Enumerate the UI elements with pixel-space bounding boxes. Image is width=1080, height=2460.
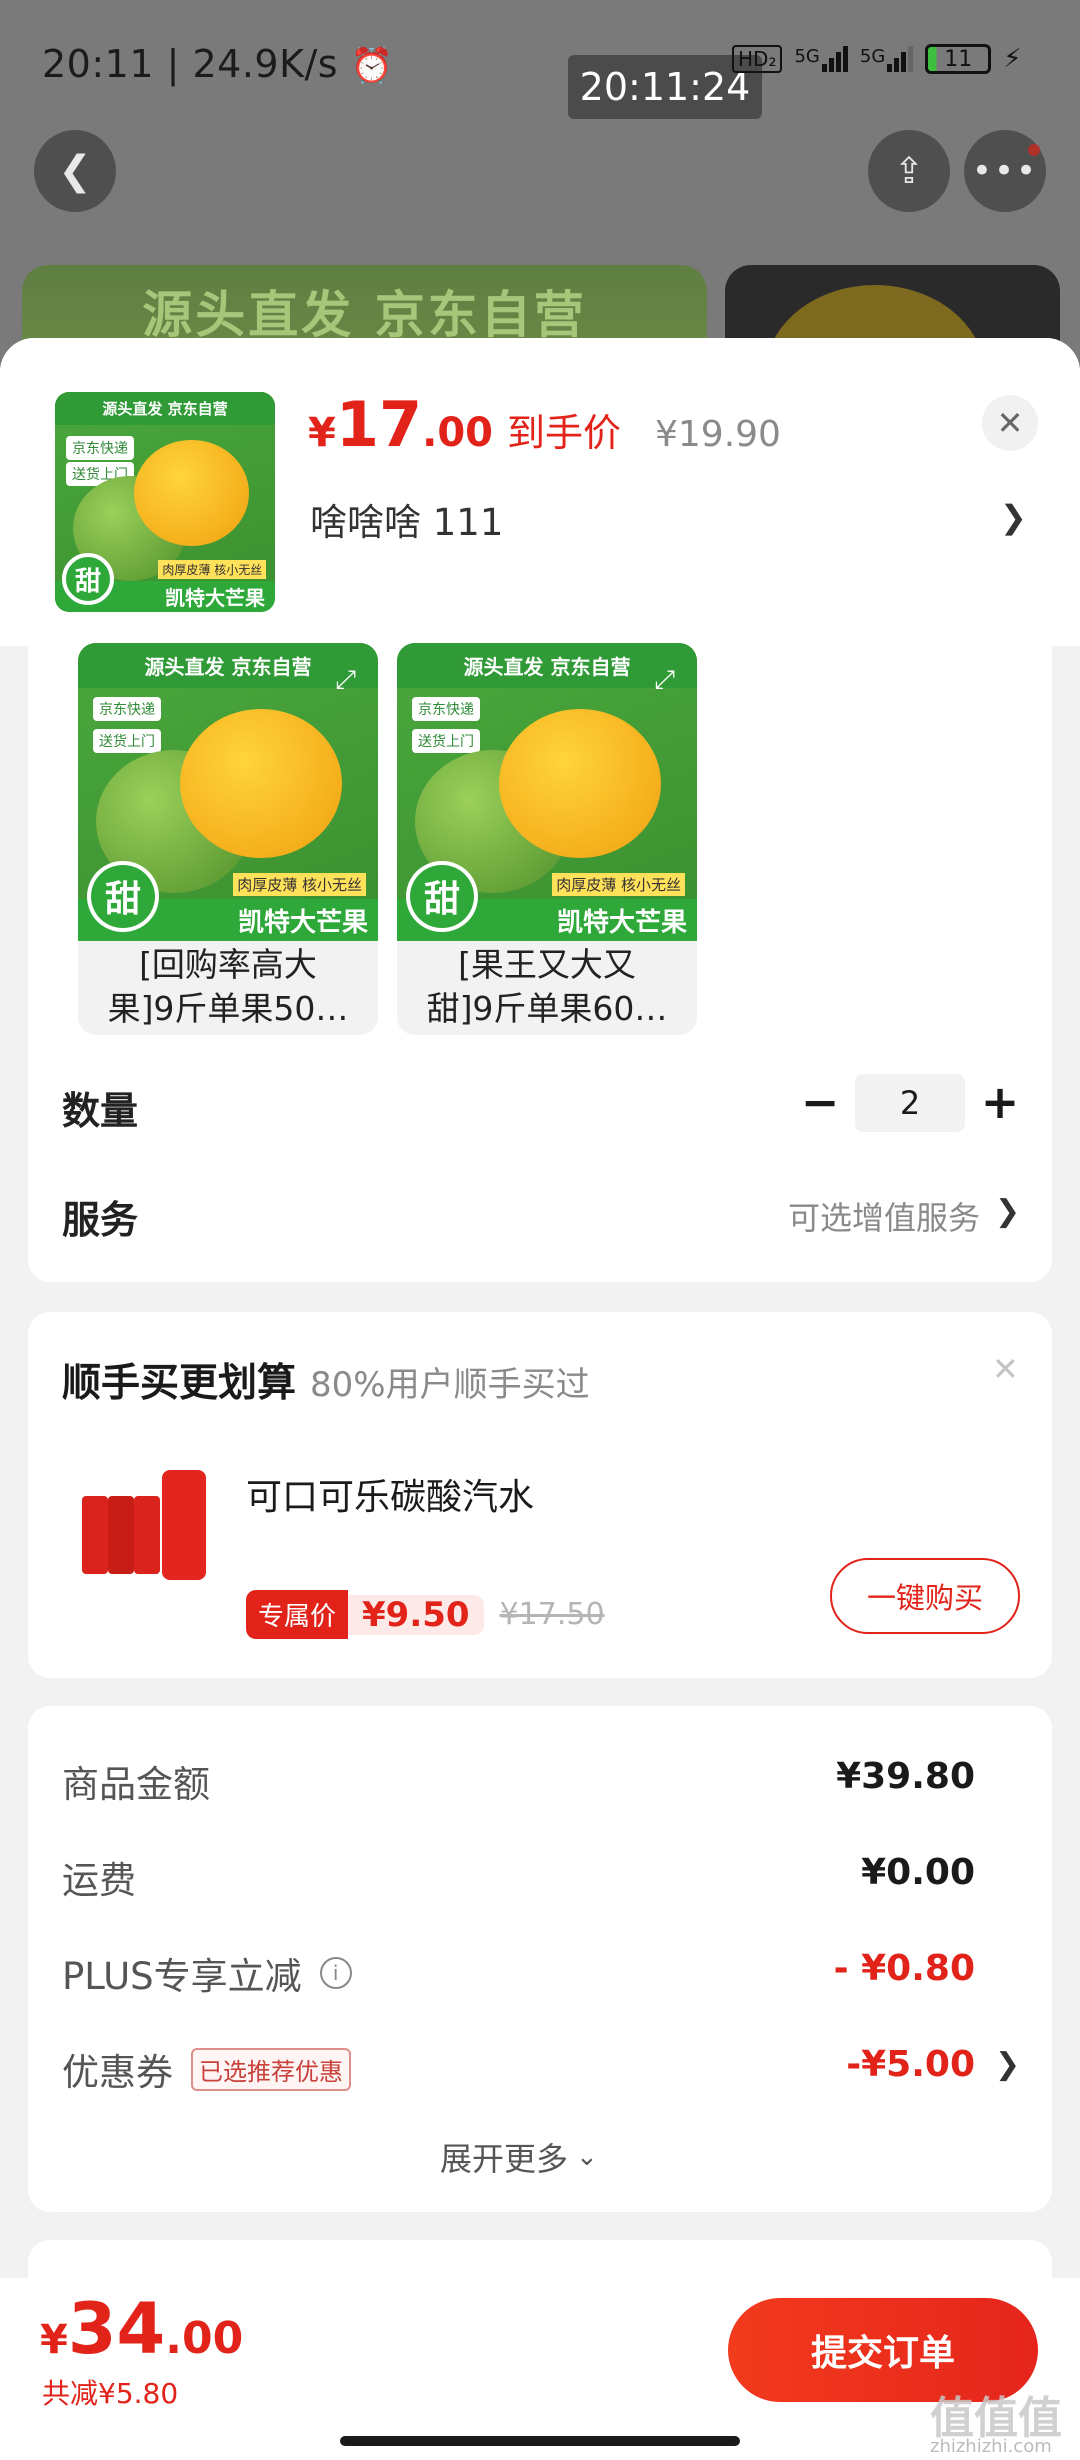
charging-icon: ⚡ xyxy=(1003,44,1022,74)
home-indicator[interactable] xyxy=(340,2436,740,2446)
shipping-value: ¥0.00 xyxy=(861,1852,975,1893)
close-icon: ✕ xyxy=(996,404,1024,442)
expand-icon[interactable]: ⤢ xyxy=(654,665,675,696)
coupon-value: -¥5.00 xyxy=(846,2044,975,2085)
close-button[interactable]: ✕ xyxy=(982,395,1038,451)
status-text: 20:11 | 24.9K/s xyxy=(42,42,339,86)
back-button[interactable]: ❮ xyxy=(34,130,116,212)
expand-more-button[interactable]: 展开更多 ⌄ xyxy=(440,2134,598,2180)
chevron-right-icon[interactable]: ❯ xyxy=(995,2047,1020,2082)
total-dec: .00 xyxy=(165,2313,244,2364)
signal-icon-1: 5G xyxy=(794,46,848,72)
option-card-2[interactable]: 源头直发 京东自营 京东快递 送货上门 ⤢ 肉厚皮薄 核小无丝 凯特大芒果 甜 … xyxy=(397,643,697,1035)
addon-subtitle: 80%用户顺手买过 xyxy=(310,1365,590,1405)
price-row: ¥ 17 .00 到手价 ¥19.90 xyxy=(308,388,781,461)
chevron-right-icon[interactable]: ❯ xyxy=(1000,498,1027,536)
status-time-speed: 20:11 | 24.9K/s ⏰ xyxy=(42,42,394,86)
option-1-title-line1: [回购率高大 xyxy=(139,945,317,984)
plus-discount-label: PLUS专享立减 xyxy=(62,1955,302,1998)
share-icon: ⇪ xyxy=(893,150,925,192)
addon-original-price: ¥17.50 xyxy=(499,1597,605,1632)
info-icon[interactable]: i xyxy=(319,1957,352,1989)
addon-header: 顺手买更划算 80%用户顺手买过 xyxy=(62,1352,590,1408)
option-1-title-line2: 果]9斤单果50… xyxy=(107,989,349,1028)
product-thumbnail[interactable]: 源头直发 京东自营 京东快递 送货上门 肉厚皮薄 核小无丝 凯特大芒果 甜 xyxy=(55,392,275,612)
coupon-tag: 已选推荐优惠 xyxy=(191,2047,351,2091)
quantity-plus-button[interactable]: + xyxy=(975,1072,1025,1132)
price-tag: 到手价 xyxy=(506,411,621,455)
quantity-input[interactable]: 2 xyxy=(855,1074,965,1132)
chevron-left-icon: ❮ xyxy=(58,148,92,194)
battery-icon: 11 xyxy=(925,44,992,74)
status-icons: HD₂ 5G 5G 11 ⚡ xyxy=(732,44,1022,74)
addon-price: ¥9.50 xyxy=(348,1594,484,1635)
coupon-row[interactable]: 优惠券 已选推荐优惠 xyxy=(62,2042,351,2096)
option-2-title-line1: [果王又大又 xyxy=(458,945,636,984)
quantity-minus-button[interactable]: − xyxy=(795,1072,845,1132)
goods-amount-label: 商品金额 xyxy=(62,1763,210,1806)
chevron-down-icon: ⌄ xyxy=(576,2142,598,2172)
banner-text: 源头直发 京东自营 xyxy=(142,286,587,344)
alarm-icon: ⏰ xyxy=(350,46,394,86)
signal-icon-2: 5G xyxy=(860,46,914,72)
cola-image[interactable] xyxy=(78,1470,213,1598)
notification-dot xyxy=(1028,144,1040,156)
original-price: ¥19.90 xyxy=(655,414,781,455)
service-label: 服务 xyxy=(62,1198,139,1242)
total-price: ¥ 34 .00 xyxy=(40,2288,244,2370)
plus-discount-row: PLUS专享立减 i xyxy=(62,1946,352,2000)
goods-amount-value: ¥39.80 xyxy=(836,1756,975,1797)
addon-price-row: 专属价 ¥9.50 ¥17.50 xyxy=(246,1590,605,1639)
total-int: 34 xyxy=(67,2288,166,2370)
coupon-label: 优惠券 xyxy=(62,2051,173,2094)
one-click-buy-button[interactable]: 一键购买 xyxy=(830,1558,1020,1634)
option-image-2: 源头直发 京东自营 京东快递 送货上门 ⤢ 肉厚皮薄 核小无丝 凯特大芒果 甜 xyxy=(397,643,697,941)
more-icon: ••• xyxy=(971,151,1039,191)
service-value[interactable]: 可选增值服务 xyxy=(760,1193,980,1239)
share-button[interactable]: ⇪ xyxy=(868,130,950,212)
hd-icon: HD₂ xyxy=(732,45,783,73)
addon-item-name[interactable]: 可口可乐碳酸汽水 xyxy=(246,1468,534,1520)
option-2-title-line2: 甜]9斤单果60… xyxy=(426,989,668,1028)
selected-variant[interactable]: 啥啥啥 111 xyxy=(310,492,503,546)
quantity-label: 数量 xyxy=(62,1089,139,1133)
watermark-url: zhizhizhi.com xyxy=(930,2436,1052,2457)
expand-more-label: 展开更多 xyxy=(440,2140,569,2178)
option-card-1[interactable]: 源头直发 京东自营 京东快递 送货上门 ⤢ 肉厚皮薄 核小无丝 凯特大芒果 甜 … xyxy=(78,643,378,1035)
product-price: 17 xyxy=(335,388,423,461)
shipping-label: 运费 xyxy=(62,1859,136,1902)
expand-icon[interactable]: ⤢ xyxy=(335,665,356,696)
more-button[interactable]: ••• xyxy=(964,130,1046,212)
addon-title: 顺手买更划算 xyxy=(62,1361,297,1406)
addon-close-icon[interactable]: ✕ xyxy=(992,1350,1019,1388)
total-saved: 共减¥5.80 xyxy=(42,2377,179,2410)
exclusive-price-badge: 专属价 xyxy=(246,1590,349,1639)
chevron-right-icon[interactable]: ❯ xyxy=(995,1194,1020,1229)
option-image-1: 源头直发 京东自营 京东快递 送货上门 ⤢ 肉厚皮薄 核小无丝 凯特大芒果 甜 xyxy=(78,643,378,941)
plus-discount-value: - ¥0.80 xyxy=(833,1948,975,1989)
